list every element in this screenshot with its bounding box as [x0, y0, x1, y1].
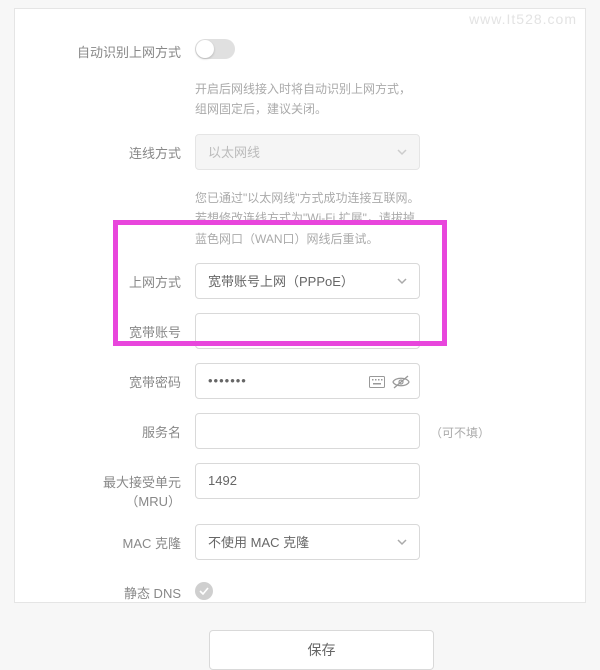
internet-mode-value: 宽带账号上网（PPPoE）: [208, 271, 354, 290]
password-input[interactable]: [208, 373, 359, 388]
check-icon[interactable]: [195, 582, 213, 600]
keyboard-icon[interactable]: [367, 372, 387, 392]
chevron-down-icon: [397, 278, 407, 288]
account-input-wrap: [195, 313, 420, 349]
row-conn-type: 连线方式 以太网线: [15, 134, 585, 170]
row-mru: 最大接受单元（MRU）: [15, 463, 585, 510]
conn-type-value: 以太网线: [208, 142, 260, 161]
auto-detect-toggle[interactable]: [195, 39, 235, 59]
label-account: 宽带账号: [55, 313, 195, 341]
row-password: 宽带密码: [15, 363, 585, 399]
service-input-wrap: [195, 413, 420, 449]
watermark: www.It528.com: [469, 11, 577, 27]
conn-type-note: 您已通过"以太网线"方式成功连接互联网。若想修改连线方式为"Wi-Fi 扩展"，…: [195, 184, 420, 249]
row-auto-detect: 自动识别上网方式: [15, 33, 585, 61]
label-service: 服务名: [55, 413, 195, 441]
row-account: 宽带账号: [15, 313, 585, 349]
chevron-down-icon: [397, 149, 407, 159]
label-mru: 最大接受单元（MRU）: [55, 463, 195, 510]
save-button[interactable]: 保存: [209, 630, 434, 670]
row-internet-mode: 上网方式 宽带账号上网（PPPoE）: [15, 263, 585, 299]
service-suffix: （可不填）: [420, 413, 490, 441]
eye-off-icon[interactable]: [391, 372, 411, 392]
chevron-down-icon: [397, 539, 407, 549]
row-auto-detect-note: 开启后网线接入时将自动识别上网方式，组网固定后，建议关闭。: [15, 75, 585, 120]
label-mac-clone: MAC 克隆: [55, 524, 195, 552]
account-input[interactable]: [208, 323, 383, 338]
row-static-dns: 静态 DNS: [15, 574, 585, 602]
conn-type-select: 以太网线: [195, 134, 420, 170]
label-auto-detect: 自动识别上网方式: [55, 33, 195, 61]
auto-detect-note: 开启后网线接入时将自动识别上网方式，组网固定后，建议关闭。: [195, 75, 420, 120]
mru-input[interactable]: [208, 473, 383, 488]
password-input-wrap: [195, 363, 420, 399]
internet-mode-select[interactable]: 宽带账号上网（PPPoE）: [195, 263, 420, 299]
mru-input-wrap: [195, 463, 420, 499]
row-conn-type-note: 您已通过"以太网线"方式成功连接互联网。若想修改连线方式为"Wi-Fi 扩展"，…: [15, 184, 585, 249]
row-service: 服务名 （可不填）: [15, 413, 585, 449]
label-static-dns: 静态 DNS: [55, 574, 195, 602]
mac-clone-value: 不使用 MAC 克隆: [208, 532, 309, 551]
settings-panel: www.It528.com 自动识别上网方式 开启后网线接入时将自动识别上网方式…: [14, 8, 586, 603]
mac-clone-select[interactable]: 不使用 MAC 克隆: [195, 524, 420, 560]
label-password: 宽带密码: [55, 363, 195, 391]
label-conn-type: 连线方式: [55, 134, 195, 162]
service-input[interactable]: [208, 423, 383, 438]
save-label: 保存: [308, 640, 336, 660]
label-internet-mode: 上网方式: [55, 263, 195, 291]
row-mac-clone: MAC 克隆 不使用 MAC 克隆: [15, 524, 585, 560]
